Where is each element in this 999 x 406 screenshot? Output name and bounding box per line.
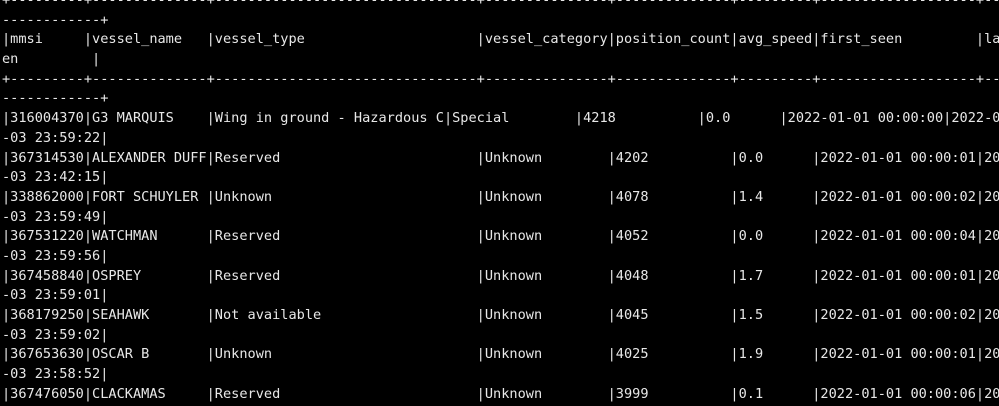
table-row-wrap: -03 23:58:52| — [2, 366, 109, 383]
table-row-wrap: -03 23:59:02| — [2, 326, 109, 343]
table-border-top-wrap: ------------+ — [2, 11, 109, 28]
table-row: |367653630|OSCAR B |Unknown |Unknown |40… — [2, 346, 999, 363]
table-border-header: +---------+--------------+--------------… — [2, 70, 999, 87]
table-row: |316004370|G3 MARQUIS |Wing in ground - … — [2, 110, 999, 127]
table-row-wrap: -03 23:42:15| — [2, 169, 109, 186]
table-border-header-wrap: ------------+ — [2, 90, 109, 107]
table-header-row-wrap: en | — [2, 51, 101, 68]
table-row: |367458840|OSPREY |Reserved |Unknown |40… — [2, 267, 999, 284]
table-header-row: |mmsi |vessel_name |vessel_type |vessel_… — [2, 31, 999, 48]
table-row: |368179250|SEAHAWK |Not available |Unkno… — [2, 307, 999, 323]
table-row-wrap: -03 23:59:22| — [2, 129, 109, 146]
table-row: |367314530|ALEXANDER DUFF|Reserved |Unkn… — [2, 149, 999, 166]
table-row-wrap: -03 23:59:56| — [2, 247, 109, 264]
table-row-wrap: -03 23:59:49| — [2, 208, 109, 225]
table-row: |367476050|CLACKAMAS |Reserved |Unknown … — [2, 385, 999, 402]
terminal-output: +---------+--------------+--------------… — [2, 0, 999, 404]
table-row: |338862000|FORT SCHUYLER |Unknown |Unkno… — [2, 188, 999, 205]
table-border-top: +---------+--------------+--------------… — [2, 0, 999, 8]
terminal-window[interactable]: +---------+--------------+--------------… — [0, 0, 999, 406]
table-row: |367531220|WATCHMAN |Reserved |Unknown |… — [2, 228, 999, 245]
table-row-wrap: -03 23:59:01| — [2, 287, 109, 304]
